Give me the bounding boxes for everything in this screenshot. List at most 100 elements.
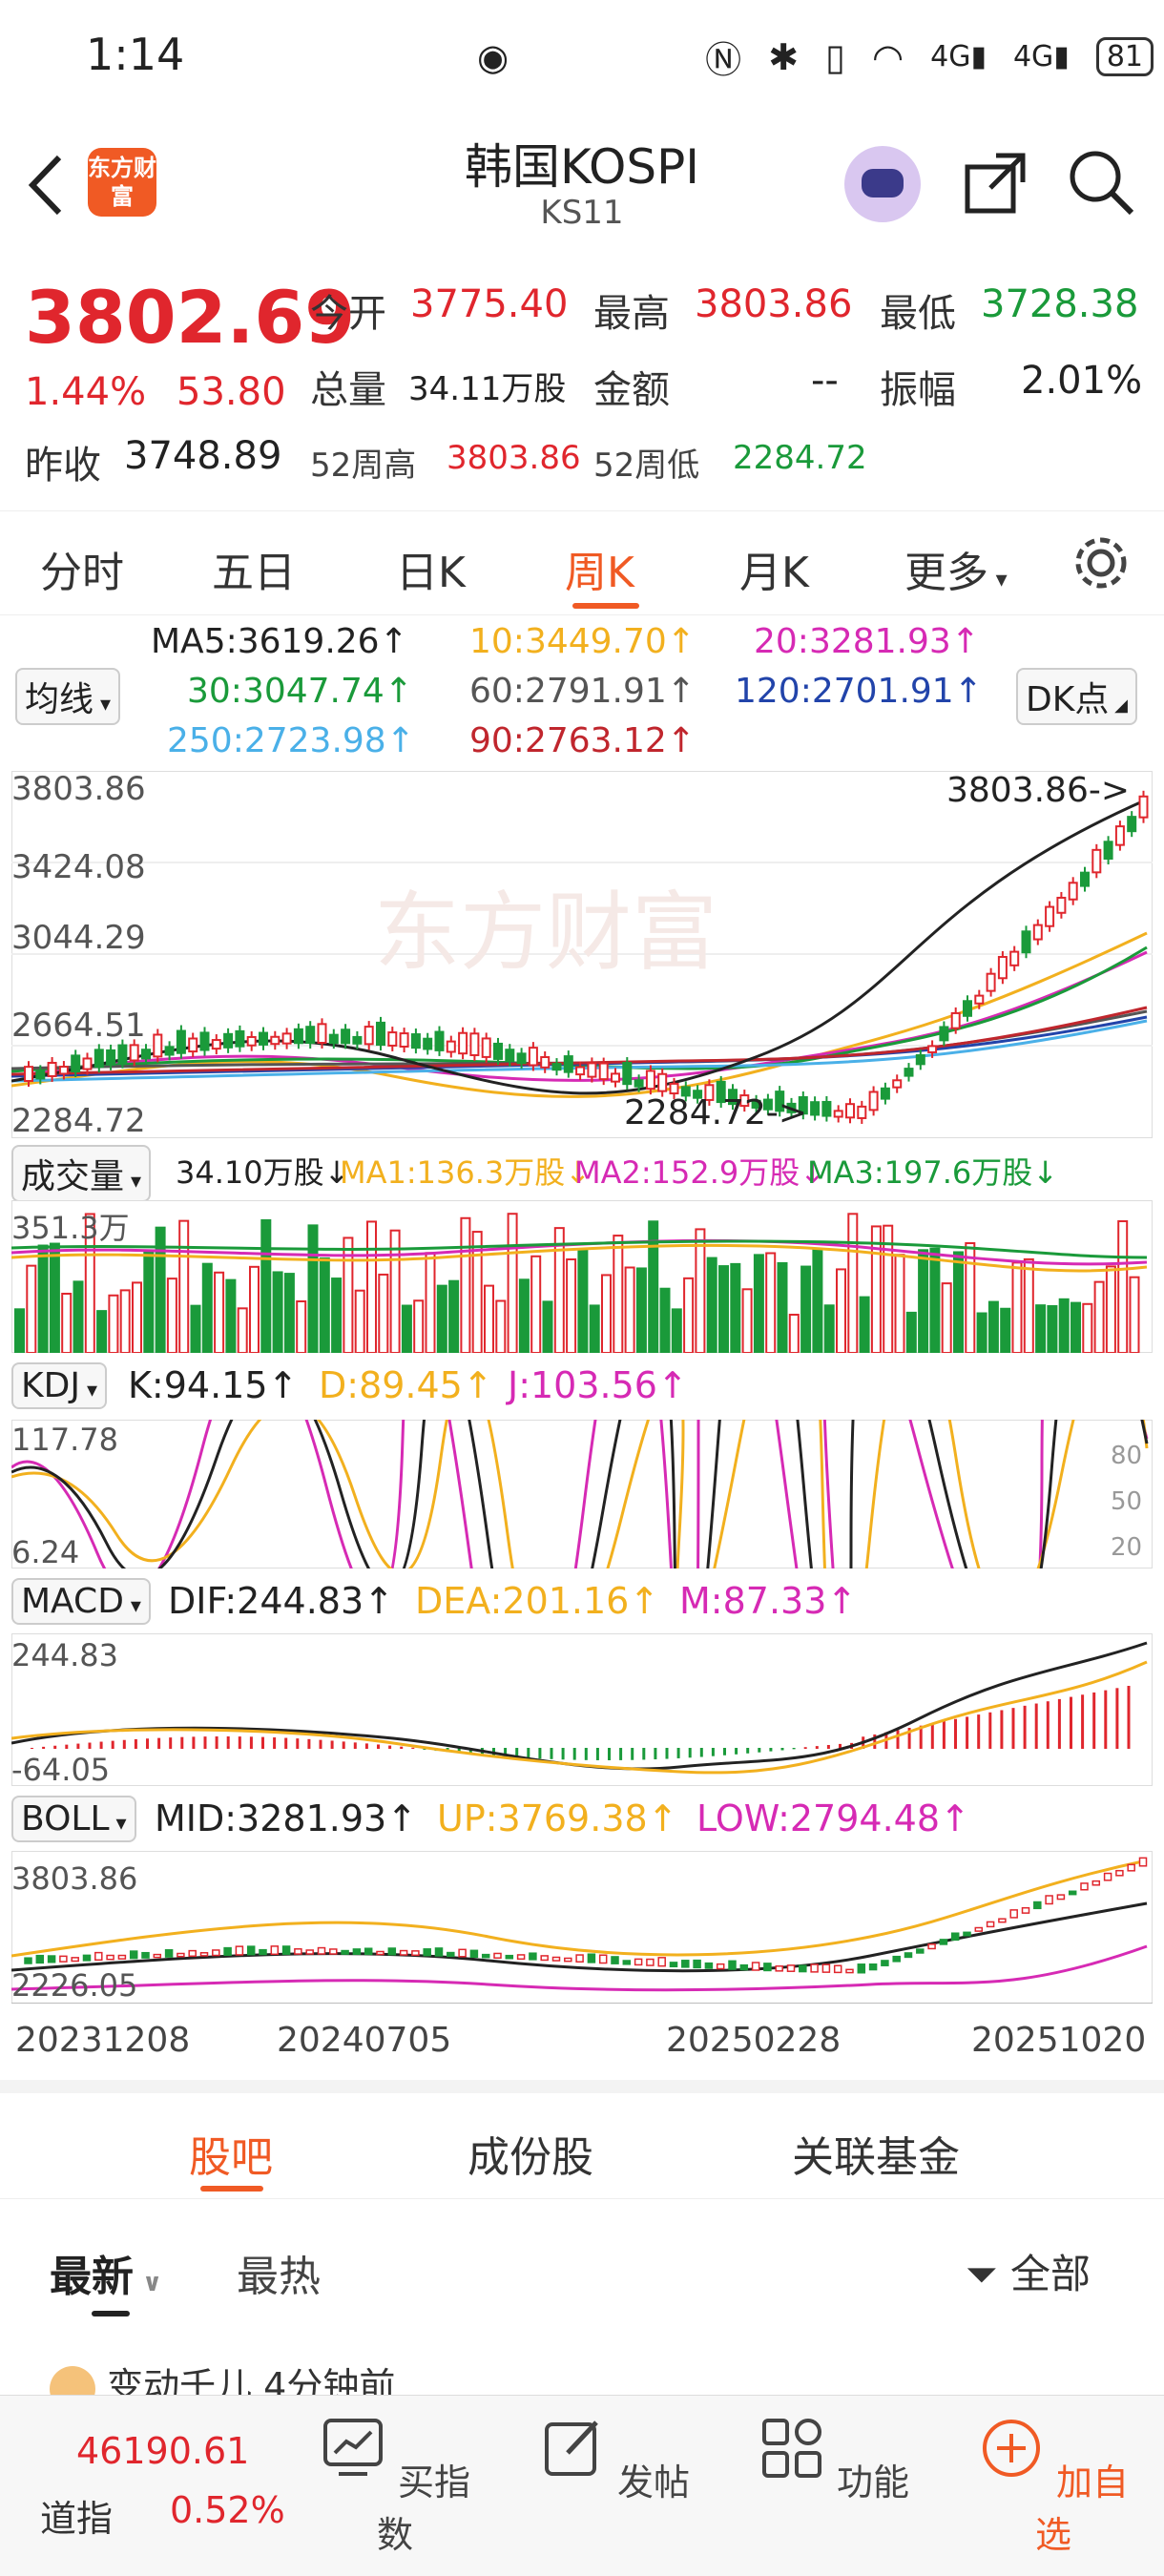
quote-panel: 3802.69 1.44% 53.80 昨收 3748.89 今开 3775.4…: [0, 258, 1164, 506]
add-watchlist-button[interactable]: 加自选: [977, 2415, 1130, 2558]
volume-bar: [859, 1296, 870, 1353]
boll-candle: [881, 1960, 889, 1966]
battery-icon: 81: [1095, 37, 1154, 76]
tab-more[interactable]: 更多 ▾: [904, 538, 1008, 599]
assistant-avatar[interactable]: [844, 146, 921, 222]
status-bar: 1:14 ◉ Ⓝ ✱ ▯ ◠ 4G▮ 4G▮ 81: [0, 0, 1164, 114]
amount-value: --: [811, 359, 839, 403]
volume-bar: [847, 1213, 859, 1353]
macd-bar: [31, 1748, 33, 1749]
volume-bar: [249, 1265, 260, 1353]
kdj-selector[interactable]: KDJ ▾: [11, 1362, 107, 1409]
x-date-4: 20251020: [971, 2021, 1147, 2060]
macd-bar: [688, 1748, 692, 1758]
candle: [469, 1028, 480, 1061]
boll-selector[interactable]: BOLL ▾: [11, 1796, 136, 1842]
volume-bar: [14, 1308, 25, 1353]
open-label: 今开: [310, 292, 386, 336]
macd-bar: [550, 1748, 553, 1759]
volume-bar: [307, 1224, 319, 1353]
boll-candle: [810, 1963, 819, 1973]
volume-bar: [201, 1262, 213, 1353]
volume-bar: [166, 1278, 177, 1353]
candlestick-chart[interactable]: 东方财富 3803.86 3424.08 3044.29 2664.51 228…: [11, 771, 1153, 1138]
kdj-chart[interactable]: 117.78 6.24 80 50 20: [11, 1420, 1153, 1568]
macd-y-bottom: -64.05: [11, 1752, 110, 1786]
tab-five-day[interactable]: 五日: [212, 538, 296, 599]
volume-bar: [260, 1218, 272, 1353]
min-price-marker: 2284.72->: [624, 1093, 807, 1132]
boll-candle: [329, 1948, 338, 1955]
share-icon[interactable]: [962, 150, 1029, 217]
post-button[interactable]: 发帖: [538, 2415, 691, 2505]
tab-daily-k[interactable]: 日K: [396, 538, 466, 599]
tab-monthly-k[interactable]: 月K: [739, 538, 809, 599]
last-price: 3802.69: [25, 275, 356, 360]
boll-candle: [529, 1952, 537, 1961]
macd-bar: [711, 1748, 715, 1756]
volume-ma3: MA3:197.6万股↓: [807, 1154, 1059, 1191]
tab-intraday[interactable]: 分时: [40, 538, 124, 599]
candle: [376, 1016, 385, 1051]
chart-watermark: 东方财富: [374, 883, 717, 983]
boll-candle: [129, 1950, 138, 1960]
dow-value[interactable]: 46190.61: [76, 2430, 249, 2472]
macd-bar: [1104, 1690, 1108, 1749]
boll-candle: [24, 1957, 32, 1964]
boll-candle: [235, 1945, 244, 1956]
volume-bar: [1129, 1276, 1140, 1353]
macd-bar: [169, 1737, 173, 1749]
ma-selector[interactable]: 均线 ▾: [15, 668, 121, 725]
macd-bar: [364, 1743, 368, 1749]
search-icon[interactable]: [1067, 148, 1137, 218]
boll-candle: [516, 1954, 526, 1961]
macd-bar: [930, 1723, 934, 1749]
macd-bar: [1011, 1708, 1015, 1749]
macd-chart[interactable]: 244.83 -64.05: [11, 1633, 1153, 1786]
volume-bar: [296, 1300, 307, 1353]
tab-guba[interactable]: 股吧: [189, 2123, 273, 2184]
boll-candle: [1091, 1880, 1101, 1886]
volume-label: 总量: [310, 368, 386, 412]
boll-candle: [551, 1956, 561, 1962]
dk-point-button[interactable]: DK点 ◢: [1016, 668, 1137, 725]
filter-latest[interactable]: 最新 ∨: [50, 2242, 162, 2303]
volume-chart[interactable]: 351.3万: [11, 1200, 1153, 1353]
tab-related-funds[interactable]: 关联基金: [792, 2123, 960, 2184]
ma30-value: 30:3047.74↑: [187, 672, 413, 711]
tab-weekly-k[interactable]: 周K: [565, 538, 634, 599]
boll-candle: [1009, 1909, 1018, 1919]
macd-bar: [1000, 1710, 1004, 1749]
ma90-value: 90:2763.12↑: [469, 721, 696, 760]
functions-button[interactable]: 功能: [758, 2415, 910, 2505]
settings-gear-icon[interactable]: [1070, 532, 1132, 593]
volume-bar: [894, 1254, 905, 1353]
boll-candle: [423, 1948, 431, 1957]
macd-bar: [1046, 1701, 1050, 1749]
filter-hot[interactable]: 最热: [237, 2242, 321, 2303]
boll-candle: [82, 1954, 92, 1962]
macd-bar: [654, 1748, 657, 1760]
boll-candle: [669, 1962, 678, 1968]
volume-selector[interactable]: 成交量 ▾: [11, 1145, 152, 1202]
feed-filter-bar: 最新 ∨ 最热 ⏷ 全部: [0, 2213, 1164, 2318]
macd-selector[interactable]: MACD ▾: [11, 1578, 151, 1625]
filter-all[interactable]: ⏷ 全部: [966, 2242, 1091, 2300]
change-value: 53.80: [177, 370, 286, 414]
active-tab-indicator: [572, 603, 639, 609]
macd-bar: [146, 1738, 149, 1749]
kdj-y-bottom: 6.24: [11, 1534, 79, 1568]
tab-constituents[interactable]: 成份股: [468, 2123, 593, 2184]
volume-bar: [741, 1288, 753, 1353]
boll-candle: [493, 1952, 502, 1959]
macd-bar: [99, 1741, 103, 1749]
boll-chart[interactable]: 3803.86 2226.05: [11, 1851, 1153, 2004]
buy-index-button[interactable]: 买指数: [319, 2415, 471, 2558]
volume-bar: [460, 1216, 471, 1353]
amplitude-label: 振幅: [880, 368, 956, 412]
boll-candle: [341, 1949, 349, 1955]
boll-candle: [1103, 1872, 1112, 1881]
bluetooth-icon: ✱: [768, 35, 800, 78]
feed-item-peek[interactable]: 变动千儿 4分钟前: [50, 2357, 395, 2395]
week52-low-label: 52周低: [593, 447, 700, 485]
